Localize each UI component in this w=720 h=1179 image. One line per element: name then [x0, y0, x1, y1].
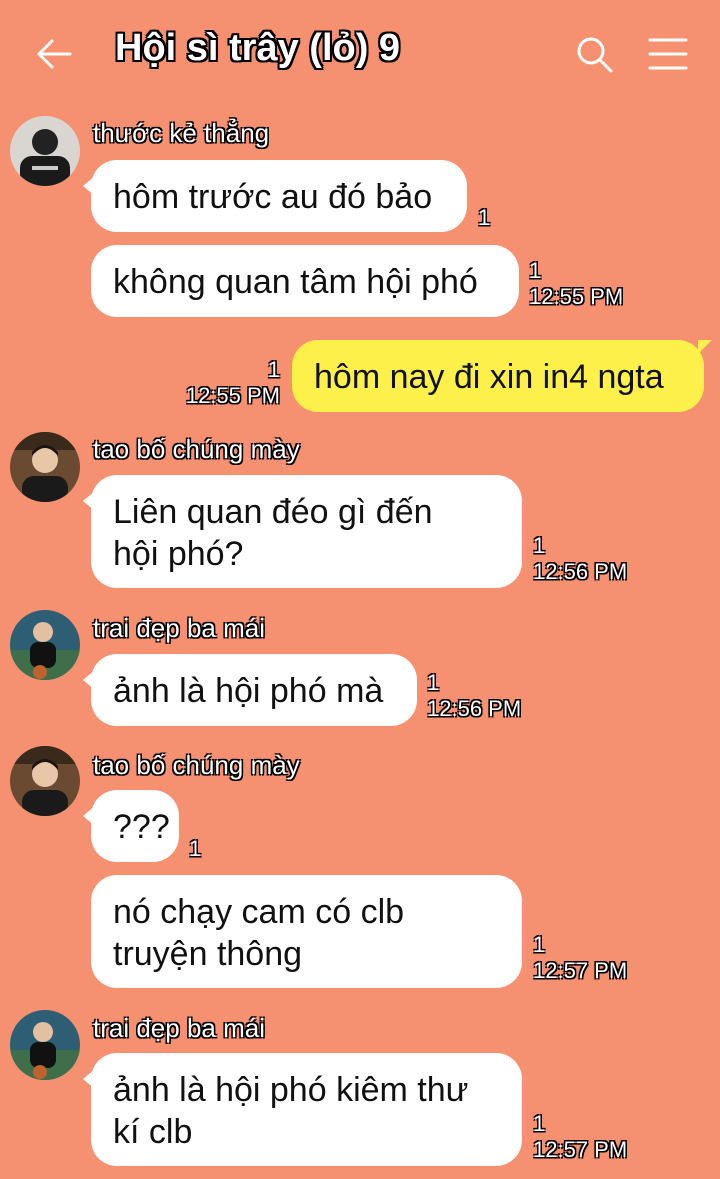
message-text: Liên quan đéo gì đến hội phó?	[113, 493, 433, 573]
unread-count: 1	[427, 670, 440, 695]
message-text: nó chạy cam có clb truyện thông	[113, 893, 405, 973]
message-text: ???	[113, 808, 170, 846]
unread-count: 1	[533, 1111, 546, 1136]
message-bubble[interactable]: Liên quan đéo gì đến hội phó?	[83, 475, 522, 588]
unread-count: 1	[478, 205, 491, 230]
avatar[interactable]	[10, 1010, 80, 1080]
message-text: ảnh là hội phó kiêm thư kí clb	[113, 1071, 469, 1151]
avatar[interactable]	[10, 610, 80, 680]
sender-name: tao bố chúng mày	[93, 750, 300, 780]
avatar[interactable]	[10, 432, 80, 502]
message-bubble[interactable]: không quan tâm hội phó	[91, 245, 519, 317]
unread-count: 1	[267, 357, 280, 382]
sender-name: thước kẻ thẳng	[93, 118, 270, 148]
message-time: 12:56 PM	[427, 696, 522, 721]
message-meta: 1 12:55 PM	[180, 357, 280, 409]
message-text: hôm trước au đó bảo	[113, 178, 433, 216]
message-meta: 1 12:57 PM	[533, 932, 627, 984]
message-time: 12:57 PM	[533, 958, 628, 983]
message-text: hôm nay đi xin in4 ngta	[314, 358, 664, 396]
message-text: ảnh là hội phó mà	[113, 672, 384, 710]
chat-title: Hội sì trây (lỏ) 9	[115, 27, 401, 69]
sender-name: tao bố chúng mày	[93, 434, 300, 464]
unread-count: 1	[533, 533, 546, 558]
message-meta: 1 12:57 PM	[533, 1111, 627, 1163]
sender-name: trai đẹp ba mái	[93, 1013, 265, 1043]
message-time: 12:57 PM	[533, 1137, 628, 1162]
message-bubble[interactable]: nó chạy cam có clb truyện thông	[91, 875, 522, 988]
unread-count: 1	[529, 258, 542, 283]
message-bubble[interactable]: ảnh là hội phó mà	[83, 654, 417, 726]
message-bubble-outgoing[interactable]: hôm nay đi xin in4 ngta	[292, 340, 712, 412]
chat-header: Hội sì trây (lỏ) 9	[0, 0, 720, 105]
unread-count: 1	[533, 932, 546, 957]
sender-name: trai đẹp ba mái	[93, 613, 265, 643]
message-time: 12:56 PM	[533, 559, 628, 584]
message-meta: 1 12:56 PM	[427, 670, 521, 722]
message-meta: 1	[478, 205, 490, 231]
search-icon[interactable]	[574, 34, 614, 74]
message-bubble[interactable]: ???	[83, 790, 179, 862]
message-meta: 1 12:56 PM	[533, 533, 627, 585]
avatar[interactable]	[10, 116, 80, 186]
hamburger-menu-icon[interactable]	[646, 34, 690, 74]
unread-count: 1	[189, 836, 202, 861]
message-text: không quan tâm hội phó	[113, 263, 478, 301]
message-meta: 1	[189, 836, 201, 862]
message-meta: 1 12:55 PM	[529, 258, 623, 310]
message-bubble[interactable]: ảnh là hội phó kiêm thư kí clb	[83, 1053, 522, 1166]
message-bubble[interactable]: hôm trước au đó bảo	[83, 160, 467, 232]
message-time: 12:55 PM	[529, 284, 624, 309]
message-time: 12:55 PM	[185, 383, 280, 408]
avatar[interactable]	[10, 746, 80, 816]
arrow-left-icon[interactable]	[34, 34, 74, 74]
